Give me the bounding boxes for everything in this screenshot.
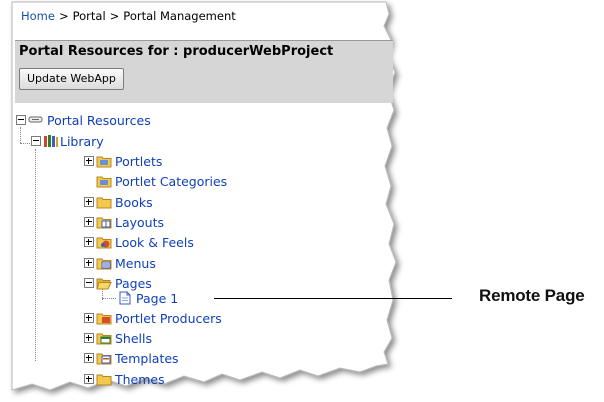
tree-node-page-1[interactable]: Page 1 (117, 290, 178, 306)
expand-toggle-icon[interactable] (84, 217, 94, 227)
layouts-folder-icon (96, 217, 112, 229)
tree-node-themes[interactable]: Themes (84, 371, 165, 387)
tree-node-pages[interactable]: Pages (84, 275, 152, 291)
tree-node-label: Shells (115, 330, 153, 346)
update-webapp-button[interactable]: Update WebApp (19, 68, 124, 90)
tree-node-label: Portlet Categories (115, 173, 228, 189)
library-books-icon (44, 135, 58, 147)
expand-toggle-icon[interactable] (84, 197, 94, 207)
tree-node-portal-resources[interactable]: Portal Resources (16, 112, 151, 128)
books-folder-icon (96, 197, 112, 209)
tree-node-templates[interactable]: Templates (84, 350, 179, 366)
breadcrumb-separator: > (109, 9, 120, 23)
breadcrumb: Home > Portal > Portal Management (21, 9, 236, 23)
tree-connector (102, 298, 116, 299)
callout-label-remote-page: Remote Page (479, 286, 585, 305)
breadcrumb-current: Portal Management (123, 9, 236, 23)
collapse-toggle-icon[interactable] (84, 278, 94, 288)
expand-toggle-icon[interactable] (84, 374, 94, 384)
tree-node-look-feels[interactable]: Look & Feels (84, 234, 194, 250)
tree-node-label: Menus (115, 255, 156, 271)
expand-toggle-icon[interactable] (84, 333, 94, 343)
remote-page-icon (119, 291, 131, 305)
portal-resources-header: Portal Resources for : producerWebProjec… (15, 40, 393, 103)
expand-toggle-icon[interactable] (84, 313, 94, 323)
portlet-categories-folder-icon (96, 176, 112, 188)
tree-node-label: Pages (115, 275, 152, 291)
tree-node-label: Portlets (115, 153, 163, 169)
themes-folder-icon (96, 374, 112, 386)
tree-node-label: Page 1 (136, 290, 179, 306)
tree-connector (20, 127, 21, 143)
callout-line (214, 298, 452, 299)
menus-folder-icon (96, 258, 112, 270)
pages-folder-open-icon (96, 278, 112, 290)
breadcrumb-home[interactable]: Home (21, 9, 55, 23)
expand-toggle-icon[interactable] (84, 237, 94, 247)
tree-node-portlets[interactable]: Portlets (84, 153, 162, 169)
portlets-folder-icon (96, 156, 112, 168)
tree-node-label: Layouts (115, 214, 165, 230)
tree-node-menus[interactable]: Menus (84, 255, 156, 271)
tree-node-label: Portlet Producers (115, 310, 222, 326)
tree-node-label: Books (115, 194, 153, 210)
templates-folder-icon (96, 353, 112, 365)
page-title: Portal Resources for : producerWebProjec… (19, 44, 334, 59)
portal-resources-icon (28, 116, 43, 123)
collapse-toggle-icon[interactable] (16, 115, 26, 125)
look-feels-folder-icon (96, 237, 112, 249)
tree-node-label: Portal Resources (47, 112, 151, 128)
tree-node-layouts[interactable]: Layouts (84, 214, 164, 230)
tree-node-label: Themes (115, 371, 165, 387)
expand-toggle-icon[interactable] (84, 156, 94, 166)
tree-node-library[interactable]: Library (31, 133, 104, 149)
portlet-producers-folder-icon (96, 313, 112, 325)
expand-toggle-icon[interactable] (84, 258, 94, 268)
tree-node-books[interactable]: Books (84, 194, 153, 210)
tree-node-label: Look & Feels (115, 234, 194, 250)
shells-folder-icon (96, 333, 112, 345)
tree-node-portlet-categories[interactable]: Portlet Categories (96, 173, 227, 189)
tree-node-label: Templates (115, 350, 179, 366)
tree-node-shells[interactable]: Shells (84, 330, 152, 346)
tree-connector (35, 149, 36, 361)
expand-toggle-icon[interactable] (84, 353, 94, 363)
breadcrumb-separator: > (58, 9, 69, 23)
tree-node-portlet-producers[interactable]: Portlet Producers (84, 310, 222, 326)
collapse-toggle-icon[interactable] (31, 136, 41, 146)
tree-node-label: Library (60, 133, 104, 149)
breadcrumb-portal[interactable]: Portal (73, 9, 106, 23)
tree-connector (20, 143, 30, 144)
